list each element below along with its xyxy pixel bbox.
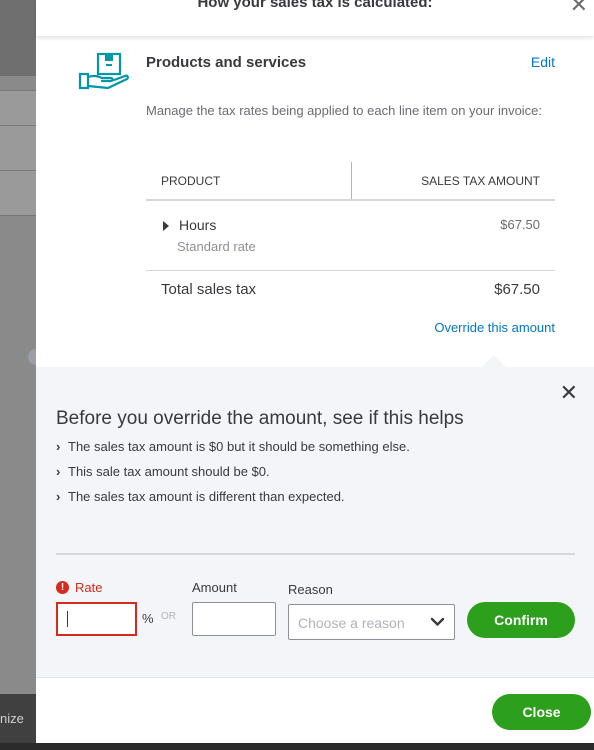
chevron-right-icon: › <box>56 464 61 479</box>
edit-link[interactable]: Edit <box>531 54 555 70</box>
override-help-panel: ✕ Before you override the amount, see if… <box>36 367 594 677</box>
chevron-down-icon <box>430 617 445 626</box>
help-panel-pointer <box>482 355 506 367</box>
panel-footer: Close <box>36 677 594 750</box>
total-row: Total sales tax $67.50 <box>146 271 555 311</box>
section-title: Products and services <box>146 54 307 71</box>
panel-title: How your sales tax is calculated: <box>197 0 433 11</box>
help-item[interactable]: › The sales tax amount is different than … <box>56 489 345 504</box>
total-label: Total sales tax <box>161 281 257 298</box>
panel-header: How your sales tax is calculated: ✕ <box>36 0 594 36</box>
close-button[interactable]: Close <box>492 694 591 730</box>
help-item[interactable]: › This sale tax amount should be $0. <box>56 464 270 479</box>
sales-tax-panel: How your sales tax is calculated: ✕ Prod… <box>36 0 594 750</box>
text-cursor <box>67 611 68 627</box>
amount-input[interactable] <box>192 602 276 636</box>
background-footer-text: nize <box>0 711 24 726</box>
error-icon: ! <box>56 581 69 594</box>
column-header-sales-tax-amount: SALES TAX AMOUNT <box>421 174 540 188</box>
item-amount: $67.50 <box>500 217 540 232</box>
rate-label-text: Rate <box>75 580 103 595</box>
section-description: Manage the tax rates being applied to ea… <box>146 103 543 118</box>
total-amount: $67.50 <box>494 281 540 298</box>
help-item-label: The sales tax amount is $0 but it should… <box>68 439 410 454</box>
reason-label: Reason <box>288 582 333 597</box>
expand-caret-icon[interactable] <box>163 221 169 231</box>
item-name[interactable]: Hours <box>179 217 216 233</box>
column-divider <box>351 162 352 199</box>
percent-label: % <box>142 611 154 626</box>
background-overlay: nize <box>0 0 36 750</box>
help-item-label: The sales tax amount is different than e… <box>68 489 345 504</box>
help-item-label: This sale tax amount should be $0. <box>68 464 270 479</box>
confirm-button[interactable]: Confirm <box>467 602 575 638</box>
background-divider <box>0 170 36 171</box>
table-header-row: PRODUCT SALES TAX AMOUNT <box>146 160 555 201</box>
sales-tax-table: PRODUCT SALES TAX AMOUNT Hours Standard … <box>146 160 555 311</box>
help-heading: Before you override the amount, see if t… <box>56 408 464 429</box>
help-item[interactable]: › The sales tax amount is $0 but it shoul… <box>56 439 410 454</box>
background-header <box>0 0 36 76</box>
bottom-strip <box>0 743 594 750</box>
amount-label: Amount <box>192 580 237 595</box>
table-row: Hours Standard rate $67.50 <box>146 201 555 271</box>
background-divider <box>0 125 36 126</box>
or-label: OR <box>161 611 176 622</box>
box-in-hand-icon <box>78 52 129 90</box>
override-amount-link[interactable]: Override this amount <box>434 320 555 335</box>
close-icon[interactable]: ✕ <box>560 382 578 404</box>
rate-input[interactable] <box>56 602 137 636</box>
chevron-right-icon: › <box>56 439 61 454</box>
column-header-product: PRODUCT <box>161 174 221 188</box>
reason-select[interactable]: Choose a reason <box>288 604 455 640</box>
item-rate: Standard rate <box>177 239 256 254</box>
divider <box>56 553 575 555</box>
rate-label: ! Rate <box>56 580 102 595</box>
close-icon[interactable]: ✕ <box>570 0 588 18</box>
reason-placeholder: Choose a reason <box>298 615 405 631</box>
chevron-right-icon: › <box>56 489 61 504</box>
background-table <box>0 90 36 216</box>
